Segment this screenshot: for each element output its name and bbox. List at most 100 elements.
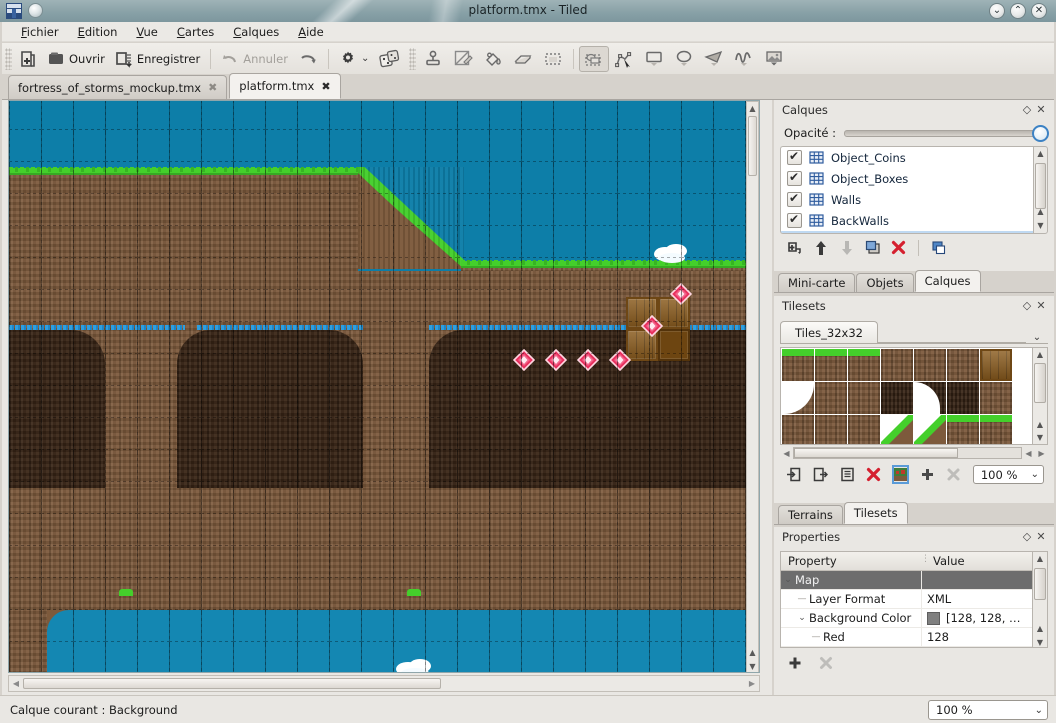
layer-row[interactable]: Object_Boxes <box>781 168 1033 189</box>
minimize-button[interactable]: ⌄ <box>989 3 1005 19</box>
tileset-tile[interactable] <box>980 382 1012 414</box>
property-value-cell[interactable]: XML <box>921 589 1032 609</box>
delete-layer-icon[interactable] <box>890 239 907 256</box>
map-canvas[interactable]: ▲ ▲ ▼ <box>8 100 760 673</box>
properties-scrollbar[interactable]: ▲ ▲ ▼ <box>1033 551 1048 648</box>
map-render[interactable] <box>9 101 759 672</box>
maximize-button[interactable]: ⌃ <box>1010 3 1026 19</box>
tileset-tile[interactable] <box>914 349 946 381</box>
remove-tileset-icon[interactable] <box>866 466 882 483</box>
tileset-tile[interactable] <box>914 382 946 414</box>
scroll-left-icon-2[interactable]: ◀ <box>1022 449 1035 458</box>
toolbar-grip[interactable] <box>5 47 12 70</box>
export-tileset-icon[interactable] <box>813 466 829 483</box>
scroll-left-icon[interactable]: ◀ <box>780 449 793 458</box>
tileset-zoom-combo[interactable]: 100 % ⌄ <box>972 465 1044 484</box>
chevron-down-icon[interactable]: ⌄ <box>361 53 369 64</box>
layer-properties-icon[interactable] <box>930 239 947 256</box>
undock-icon[interactable]: ◇ <box>1020 299 1034 313</box>
add-property-icon[interactable] <box>786 654 803 671</box>
canvas-vertical-scrollbar[interactable]: ▲ ▲ ▼ <box>746 101 759 672</box>
menu-edition[interactable]: Edition <box>69 23 128 41</box>
tileset-horizontal-scrollbar[interactable]: ◀ ◀ ▶ <box>780 446 1048 460</box>
chevron-down-icon[interactable]: ⌄ <box>1026 332 1048 343</box>
tileset-tile[interactable] <box>848 349 880 381</box>
tab-calques[interactable]: Calques <box>914 270 981 292</box>
properties-table[interactable]: Property ⋮ Value ⌄ Map — Layer Format XML ⌄ Ba… <box>780 551 1033 648</box>
layer-visibility-checkbox[interactable] <box>787 212 802 228</box>
stamp-brush-button[interactable] <box>418 46 448 72</box>
scroll-up-icon[interactable]: ▲ <box>1033 552 1047 566</box>
scrollbar-thumb[interactable] <box>1034 363 1046 403</box>
remove-tiles-icon[interactable] <box>946 466 962 483</box>
scroll-down-icon[interactable]: ▼ <box>1033 638 1047 647</box>
scroll-right-icon[interactable]: ▶ <box>1035 449 1048 458</box>
layer-row[interactable]: Walls <box>781 189 1033 210</box>
open-button[interactable]: Ouvrir <box>42 46 110 72</box>
insert-polyline-button[interactable] <box>729 46 759 72</box>
menu-cartes[interactable]: Cartes <box>168 23 224 41</box>
edit-polygons-button[interactable] <box>609 46 639 72</box>
select-objects-button[interactable] <box>579 45 610 72</box>
hscroll-track[interactable] <box>793 447 1022 459</box>
scroll-up-icon[interactable]: ▲ <box>1033 348 1047 361</box>
scroll-down-icon-2[interactable]: ▼ <box>747 660 758 672</box>
property-row[interactable]: — Red 128 <box>781 627 1032 647</box>
fill-bucket-button[interactable] <box>478 46 508 72</box>
twisty-expanded-icon[interactable]: ⌄ <box>795 613 809 623</box>
close-icon[interactable]: ✕ <box>1034 299 1048 313</box>
hscroll-track[interactable] <box>23 677 745 690</box>
layer-list[interactable]: Object_Coins Object_Boxes Walls BackWalls Ba… <box>780 146 1033 234</box>
layer-row[interactable]: Background <box>781 231 1033 233</box>
insert-tile-button[interactable] <box>759 46 789 72</box>
tileset-tile[interactable] <box>848 415 880 444</box>
scrollbar-thumb[interactable] <box>1035 163 1046 209</box>
close-tab-icon[interactable]: ✖ <box>321 80 330 93</box>
undock-icon[interactable]: ◇ <box>1020 530 1034 544</box>
tileset-tile[interactable] <box>881 415 913 444</box>
scroll-up-icon-2[interactable]: ▲ <box>1033 418 1047 431</box>
zoom-combo[interactable]: 100 % ⌄ <box>928 700 1048 720</box>
move-layer-down-icon[interactable] <box>838 239 855 256</box>
tileset-properties-icon[interactable] <box>839 466 855 483</box>
scrollbar-thumb[interactable] <box>1034 568 1046 600</box>
property-value-cell[interactable]: [128, 128, … <box>921 608 1032 628</box>
close-button[interactable]: ✕ <box>1031 3 1047 19</box>
tileset-tile[interactable] <box>947 415 979 444</box>
layer-list-scrollbar[interactable]: ▲ ▲ ▼ <box>1033 146 1048 234</box>
document-tab-platform[interactable]: platform.tmx ✖ <box>229 73 341 99</box>
redo-button[interactable] <box>293 46 323 72</box>
import-tileset-icon[interactable] <box>786 466 802 483</box>
duplicate-layer-icon[interactable] <box>864 239 881 256</box>
tileset-tile[interactable] <box>947 382 979 414</box>
tileset-tile[interactable] <box>848 382 880 414</box>
column-resize-handle[interactable]: ⋮ <box>921 552 930 570</box>
property-value-cell[interactable]: 128 <box>921 627 1032 647</box>
scroll-up-icon-2[interactable]: ▲ <box>1034 205 1047 219</box>
layer-row[interactable]: BackWalls <box>781 210 1033 231</box>
property-row[interactable]: ⌄ Map <box>781 570 1032 590</box>
scroll-left-icon[interactable]: ◀ <box>9 679 23 688</box>
tileset-tab-tiles32[interactable]: Tiles_32x32 <box>780 321 878 343</box>
menu-fichier[interactable]: Fichier <box>12 23 69 41</box>
tileset-vertical-scrollbar[interactable]: ▲ ▲ ▼ <box>1033 347 1048 445</box>
layer-row[interactable]: Object_Coins <box>781 147 1033 168</box>
tab-objets[interactable]: Objets <box>856 273 914 292</box>
scroll-down-icon[interactable]: ▼ <box>1033 431 1047 444</box>
scrollbar-thumb[interactable] <box>23 678 441 689</box>
tileset-tile[interactable] <box>782 349 814 381</box>
move-layer-up-icon[interactable] <box>812 239 829 256</box>
scroll-down-icon[interactable]: ▼ <box>1034 219 1047 233</box>
tileset-tile[interactable] <box>914 415 946 444</box>
tileset-tile[interactable] <box>980 415 1012 444</box>
tab-mini-carte[interactable]: Mini-carte <box>778 273 856 292</box>
tileset-tile[interactable] <box>881 349 913 381</box>
twisty-expanded-icon[interactable]: ⌄ <box>781 575 795 585</box>
menu-vue[interactable]: Vue <box>127 23 167 41</box>
tileset-tile[interactable] <box>815 349 847 381</box>
insert-rectangle-button[interactable] <box>639 46 669 72</box>
layer-visibility-checkbox[interactable] <box>787 191 802 207</box>
scroll-up-icon-2[interactable]: ▲ <box>1033 624 1047 633</box>
new-layer-icon[interactable] <box>786 239 803 256</box>
tileset-view[interactable] <box>780 347 1033 445</box>
